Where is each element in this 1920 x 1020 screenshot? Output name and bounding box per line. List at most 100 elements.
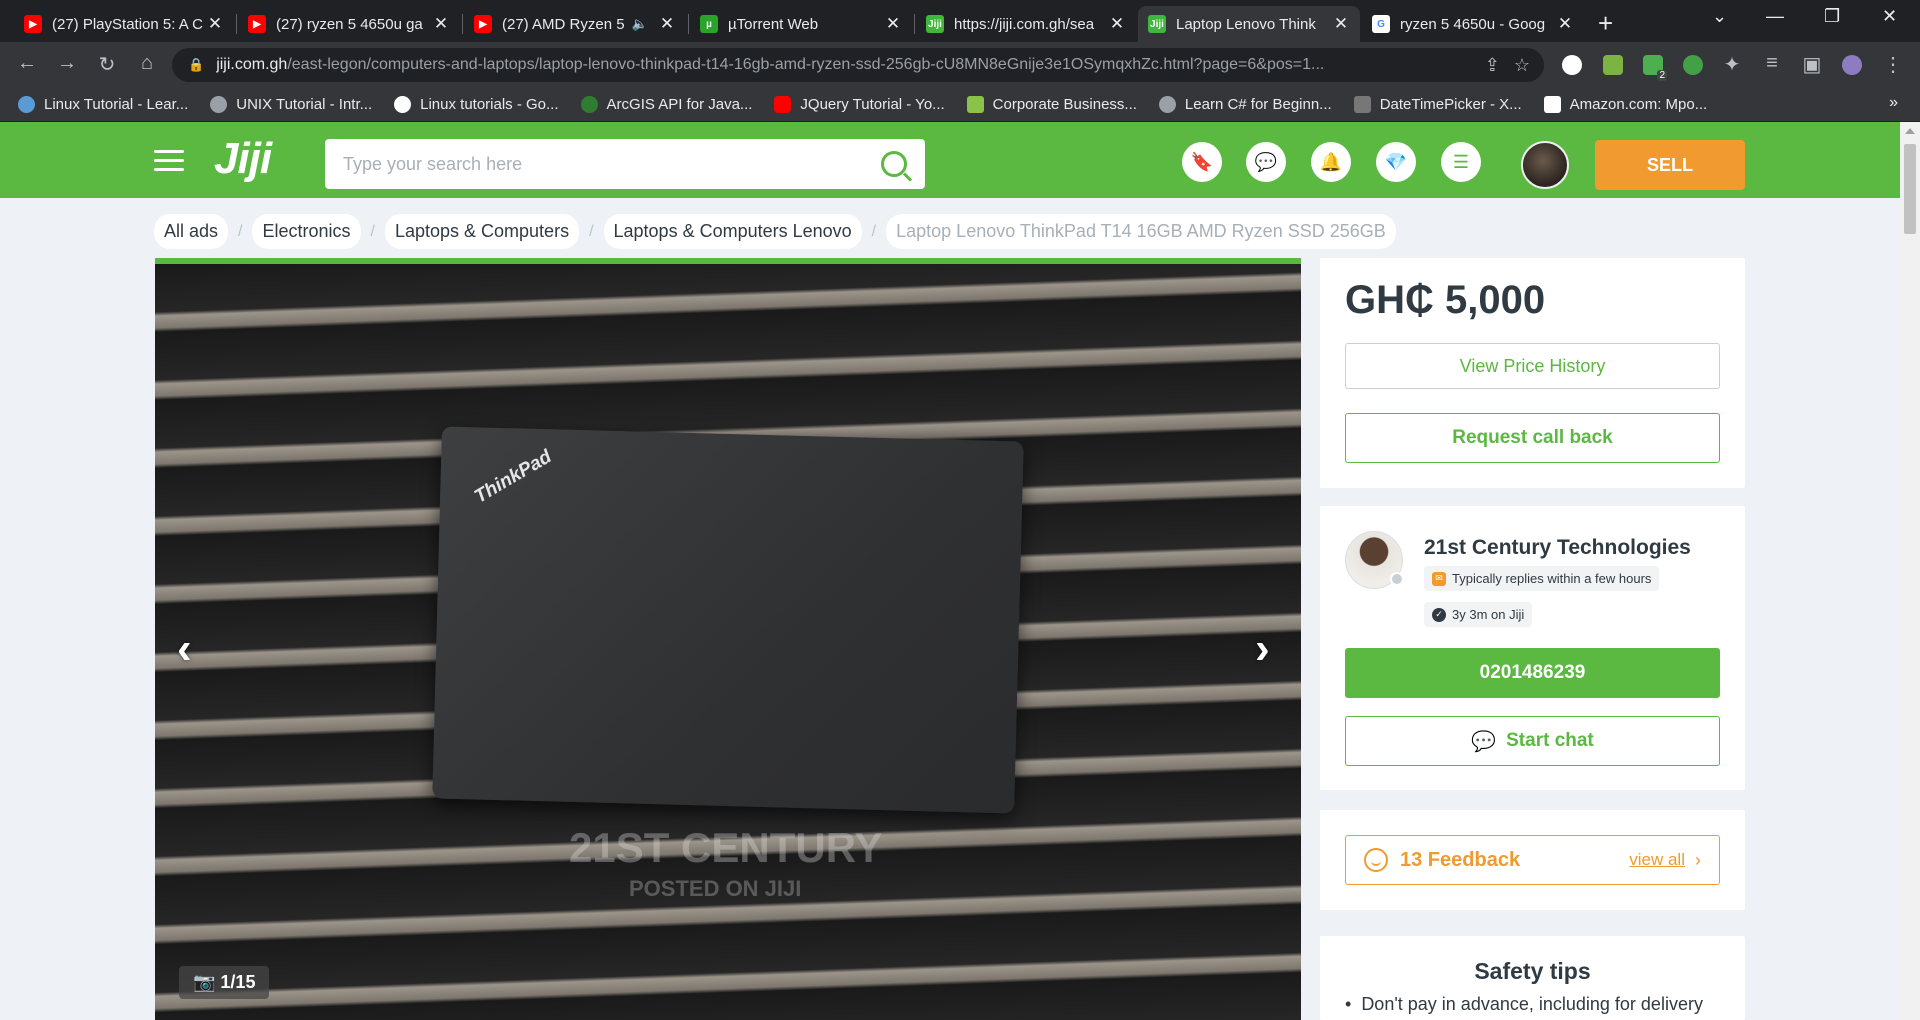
feedback-button[interactable]: 13 Feedback view all › [1345,835,1720,885]
camera-icon: 📷 [193,972,221,992]
sell-button[interactable]: SELL [1595,140,1745,190]
browser-tab[interactable]: Jiji https://jiji.com.gh/sea ✕ [916,6,1136,42]
jiji-logo[interactable]: Jiji [214,134,272,184]
profile-avatar[interactable] [1842,55,1862,75]
google-icon [394,96,412,113]
browser-tab[interactable]: ▶ (27) AMD Ryzen 5 🔈 ✕ [464,6,686,42]
diamond-icon[interactable]: 💎 [1376,142,1416,182]
minimize-icon[interactable]: — [1766,6,1784,27]
close-window-icon[interactable]: ✕ [1882,6,1897,27]
chat-icon[interactable]: 💬 [1246,142,1286,182]
hamburger-menu-icon[interactable] [154,150,184,177]
bookmark-item[interactable]: Linux Tutorial - Lear... [18,96,188,113]
watermark-subtext: POSTED ON JIJI [629,876,802,901]
breadcrumb-electronics[interactable]: Electronics [252,214,361,249]
new-tab-plus-icon[interactable]: + [1598,8,1613,39]
prev-photo-chevron-icon[interactable]: ‹ [177,624,192,674]
close-tab-icon[interactable]: ✕ [884,14,902,34]
bookmark-item[interactable]: ArcGIS API for Java... [580,96,752,113]
bookmark-item[interactable]: DateTimePicker - X... [1353,96,1522,113]
search-box [325,139,925,189]
user-avatar[interactable] [1521,141,1569,189]
next-photo-chevron-icon[interactable]: › [1255,624,1270,674]
arcgis-icon [580,96,598,113]
verified-check-icon: ✓ [1432,607,1446,622]
jiji-icon: Jiji [926,15,944,33]
bookmark-item[interactable]: JQuery Tutorial - Yo... [774,96,945,113]
maximize-icon[interactable]: ❐ [1824,6,1840,27]
home-icon[interactable]: ⌂ [134,52,160,75]
bookmark-item[interactable]: Corporate Business... [966,96,1137,113]
seller-name[interactable]: 21st Century Technologies [1424,536,1691,560]
browser-tab[interactable]: ▶ (27) PlayStation 5: A C ✕ [14,6,234,42]
puzzle-extensions-icon[interactable]: ✦ [1719,52,1745,77]
breadcrumb-laptops-computers[interactable]: Laptops & Computers [384,214,580,249]
bell-icon[interactable]: 🔔 [1311,142,1351,182]
product-gallery[interactable]: ThinkPad 21ST CENTURY POSTED ON JIJI ‹ ›… [155,258,1301,1020]
breadcrumb-all-ads[interactable]: All ads [154,214,229,249]
kebab-menu-icon[interactable]: ⋮ [1880,52,1906,77]
bookmark-item[interactable]: Linux tutorials - Go... [394,96,559,113]
view-price-history-button[interactable]: View Price History [1345,343,1720,389]
view-all-feedback-link[interactable]: view all [1629,850,1685,870]
back-arrow-icon[interactable]: ← [14,52,40,75]
search-input[interactable] [343,153,881,175]
xda-icon [1353,96,1371,113]
close-tab-icon[interactable]: ✕ [1556,14,1574,34]
scroll-up-arrow-icon[interactable] [1905,128,1915,134]
amazon-icon [1543,96,1561,113]
close-tab-icon[interactable]: ✕ [1332,14,1350,34]
share-icon[interactable]: ⇪ [1485,55,1500,76]
globe-icon [1158,96,1176,113]
bookmark-item[interactable]: Amazon.com: Mpo... [1543,96,1707,113]
breadcrumb-separator: / [238,222,243,240]
bookmark-favicon-icon [18,96,35,113]
bookmark-star-icon[interactable]: ☆ [1514,55,1530,76]
laptop-lid-image: ThinkPad [432,426,1024,814]
browser-tab-strip: ▶ (27) PlayStation 5: A C ✕ ▶ (27) ryzen… [0,0,1920,42]
close-tab-icon[interactable]: ✕ [206,14,224,34]
browser-tab[interactable]: ▶ (27) ryzen 5 4650u ga ✕ [238,6,460,42]
bookmarks-overflow-icon[interactable]: » [1889,94,1898,112]
extension-icon[interactable] [1562,55,1582,75]
request-call-back-button[interactable]: Request call back [1345,413,1720,463]
safety-tip-item: • Don't pay in advance, including for de… [1345,994,1703,1014]
tab-search-chevron-icon[interactable]: ⌄ [1712,6,1727,27]
tab-separator [688,14,689,34]
browser-tab[interactable]: G ryzen 5 4650u - Goog ✕ [1362,6,1584,42]
extension-icon[interactable]: 2 [1643,55,1667,81]
chevron-right-icon[interactable]: › [1695,850,1701,871]
bookmark-item[interactable]: UNIX Tutorial - Intr... [210,96,372,113]
forward-arrow-icon[interactable]: → [54,52,80,75]
online-status-dot [1390,572,1404,586]
side-panel-icon[interactable]: ▣ [1799,52,1825,77]
browser-tab[interactable]: µ µTorrent Web ✕ [690,6,912,42]
address-bar[interactable]: 🔒 jiji.com.gh/east-legon/computers-and-l… [172,48,1544,82]
close-tab-icon[interactable]: ✕ [658,14,676,34]
tab-separator [914,14,915,34]
close-tab-icon[interactable]: ✕ [432,14,450,34]
scrollbar-thumb[interactable] [1904,144,1916,234]
media-queue-icon[interactable]: ≡ [1759,52,1785,75]
reload-icon[interactable]: ↻ [94,52,120,77]
bookmark-icon[interactable]: 🔖 [1182,142,1222,182]
close-tab-icon[interactable]: ✕ [1108,14,1126,34]
bookmark-item[interactable]: Learn C# for Beginn... [1158,96,1332,113]
download-extension-icon[interactable] [1603,55,1623,75]
url-text: jiji.com.gh/east-legon/computers-and-lap… [216,56,1325,73]
speaker-icon[interactable]: 🔈 [632,16,648,32]
bookmarks-bar: Linux Tutorial - Lear... UNIX Tutorial -… [0,88,1920,122]
chat-bubble-icon: 💬 [1471,730,1497,753]
thinkpad-brand-text: ThinkPad [470,446,556,508]
seller-avatar[interactable] [1345,531,1404,589]
browser-tab-active[interactable]: Jiji Laptop Lenovo Think ✕ [1138,6,1360,42]
page-scrollbar[interactable] [1900,122,1920,1020]
show-phone-button[interactable]: 0201486239 [1345,648,1720,698]
list-icon[interactable]: ☰ [1441,142,1481,182]
breadcrumb-laptops-lenovo[interactable]: Laptops & Computers Lenovo [603,214,862,249]
google-icon: G [1372,15,1390,33]
lock-icon[interactable]: 🔒 [188,57,204,73]
search-icon[interactable] [881,151,907,177]
extension-icon[interactable] [1683,55,1703,75]
start-chat-button[interactable]: 💬 Start chat [1345,716,1720,766]
